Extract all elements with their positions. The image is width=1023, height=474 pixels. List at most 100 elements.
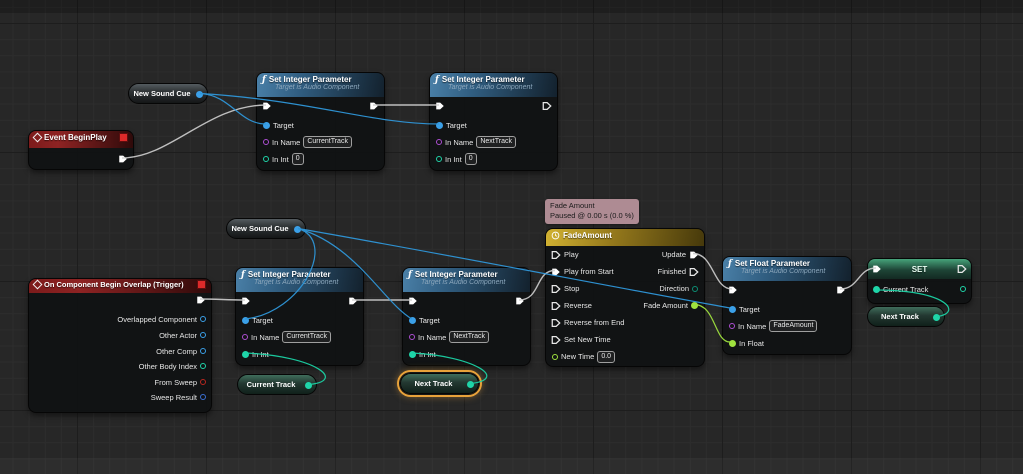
exec-in-pin[interactable] [728,285,738,295]
variable-get-new-sound-cue-top[interactable]: New Sound Cue [128,83,208,104]
exec-out-pin[interactable] [515,296,525,306]
int-in-pin[interactable] [436,156,442,162]
set-integer-parameter-node-3[interactable]: ƒ Set Integer Parameter Target is Audio … [235,267,364,366]
int-out-pin[interactable] [305,382,312,389]
struct-out-pin[interactable] [200,394,206,400]
object-out-pin[interactable] [200,348,206,354]
exec-in-pin[interactable] [551,267,561,277]
other-body-index-row: Other Body Index [139,360,206,372]
variable-get-new-sound-cue-bottom[interactable]: New Sound Cue [226,218,306,239]
name-value-field[interactable]: NextTrack [449,331,489,343]
float-in-pin[interactable] [729,340,736,347]
object-out-pin[interactable] [294,226,301,233]
int-out-pin[interactable] [200,363,206,369]
stop-row: Stop [551,283,579,295]
object-out-pin[interactable] [200,332,206,338]
object-in-pin[interactable] [729,306,736,313]
name-value-field[interactable]: NextTrack [476,136,516,148]
float-out-pin[interactable] [691,302,698,309]
int-in-pin[interactable] [409,351,416,358]
object-in-pin[interactable] [436,122,443,129]
exec-out-pin[interactable] [196,295,206,305]
name-in-pin[interactable] [263,139,269,145]
int-value-field[interactable]: 0 [465,153,477,165]
int-value-field[interactable]: 0 [292,153,304,165]
pin-label: Overlapped Component [117,315,197,324]
exec-in-pin[interactable] [408,296,418,306]
object-out-pin[interactable] [196,91,203,98]
int-in-pin[interactable] [873,286,880,293]
name-value-field[interactable]: FadeAmount [769,320,817,332]
int-in-pin[interactable] [263,156,269,162]
in-float-pin-row: In Float [729,337,764,349]
node-subtitle: Target is Audio Component [741,268,846,275]
pin-label: In Float [739,339,764,348]
blueprint-canvas[interactable]: Event BeginPlay New Sound Cue ƒ Set Inte… [0,0,1023,474]
in-name-pin-row: In Name FadeAmount [729,320,817,332]
pin-label: Stop [564,284,579,293]
object-in-pin[interactable] [409,317,416,324]
exec-out-pin[interactable] [836,285,846,295]
exec-in-pin[interactable] [435,101,445,111]
delegate-pin[interactable] [119,133,128,142]
exec-in-pin[interactable] [551,284,561,294]
set-integer-parameter-node-4[interactable]: ƒ Set Integer Parameter Target is Audio … [402,267,531,366]
variable-get-next-track-right[interactable]: Next Track [867,306,945,327]
exec-in-pin[interactable] [262,101,272,111]
set-current-track-node[interactable]: SET Current Track [867,258,972,304]
wire-exec-beginplay-to-setint1[interactable] [122,105,266,158]
name-in-pin[interactable] [729,323,735,329]
int-out-pin[interactable] [960,286,966,292]
exec-out-pin[interactable] [689,267,699,277]
exec-out-pin[interactable] [542,101,552,111]
name-in-pin[interactable] [409,334,415,340]
bool-out-pin[interactable] [200,379,206,385]
name-value-field[interactable]: CurrentTrack [282,331,331,343]
name-in-pin[interactable] [436,139,442,145]
int-in-pin[interactable] [242,351,249,358]
exec-in-pin[interactable] [872,264,882,274]
exec-out-row [542,100,552,112]
exec-out-pin[interactable] [348,296,358,306]
int-out-pin[interactable] [467,381,474,388]
timeline-clock-icon [551,231,560,240]
set-integer-parameter-node-1[interactable]: ƒ Set Integer Parameter Target is Audio … [256,72,385,171]
in-int-pin-row: In Int 0 [436,153,477,165]
exec-in-pin[interactable] [551,318,561,328]
node-subtitle: Target is Audio Component [254,279,358,286]
delegate-pin[interactable] [197,280,206,289]
exec-out-pin[interactable] [118,154,128,164]
title-row: ƒ Set Integer Parameter [241,270,358,279]
node-subtitle: Target is Audio Component [421,279,525,286]
name-in-pin[interactable] [242,334,248,340]
new-time-value-field[interactable]: 0.0 [597,351,615,363]
finished-row: Finished [658,266,699,278]
object-in-pin[interactable] [263,122,270,129]
event-beginplay-node[interactable]: Event BeginPlay [28,130,134,170]
exec-out-row [196,294,206,306]
exec-in-pin[interactable] [551,301,561,311]
exec-out-row [836,284,846,296]
on-component-begin-overlap-node[interactable]: On Component Begin Overlap (Trigger) Ove… [28,278,212,413]
set-integer-parameter-node-2[interactable]: ƒ Set Integer Parameter Target is Audio … [429,72,558,171]
object-in-pin[interactable] [242,317,249,324]
enum-out-pin[interactable] [692,286,698,292]
int-out-pin[interactable] [933,314,940,321]
in-int-pin-row: In Int 0 [263,153,304,165]
name-value-field[interactable]: CurrentTrack [303,136,352,148]
exec-out-pin[interactable] [957,264,967,274]
set-float-parameter-node[interactable]: ƒ Set Float Parameter Target is Audio Co… [722,256,852,355]
direction-row: Direction [659,283,698,295]
variable-get-current-track[interactable]: Current Track [237,374,317,395]
exec-in-pin[interactable] [551,335,561,345]
exec-out-pin[interactable] [689,250,699,260]
pin-label: Target [739,305,760,314]
variable-get-next-track-selected[interactable]: Next Track [400,373,479,394]
exec-out-pin[interactable] [369,101,379,111]
fadeamount-timeline-node[interactable]: FadeAmount Play Play from Start Stop Rev… [545,228,705,367]
pin-label: Current Track [883,285,928,294]
exec-in-pin[interactable] [241,296,251,306]
float-in-pin[interactable] [552,354,558,360]
object-out-pin[interactable] [200,316,206,322]
exec-in-pin[interactable] [551,250,561,260]
